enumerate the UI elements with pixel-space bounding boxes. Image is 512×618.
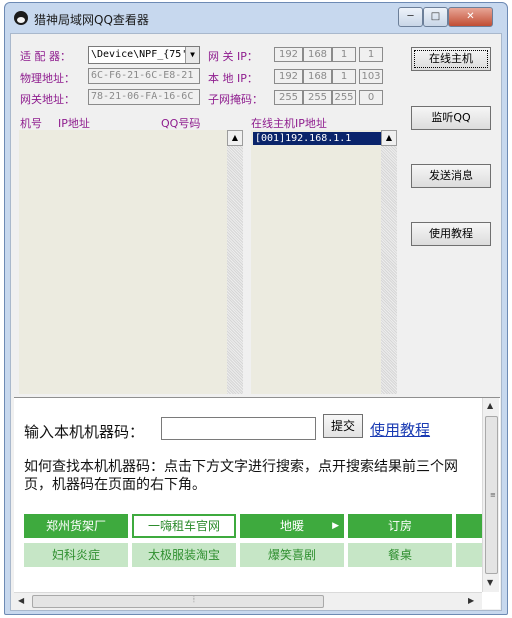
mac-field[interactable]: 6C-F6-21-6C-E8-21 [88, 68, 200, 84]
subnet-octet-1[interactable]: 255 [274, 90, 303, 105]
web-vertical-thumb[interactable]: ≡ [485, 416, 498, 574]
grip-icon: ⦙ [193, 595, 195, 604]
header-qq-number: QQ号码 [161, 117, 201, 130]
web-panel: 输入本机机器码： 提交 使用教程 如何查找本机机器码：点击下方文字进行搜索，点开… [14, 397, 500, 609]
scroll-left-icon[interactable]: ◀ [18, 596, 24, 605]
header-ip-address: IP地址 [58, 117, 90, 130]
listen-qq-button[interactable]: 监听QQ [411, 106, 491, 130]
main-panel: 适 配 器： \Device\NPF_{75' ▼ 网 关 IP： 192 16… [10, 33, 502, 611]
search-tile[interactable]: 地暖 ▶ [240, 514, 344, 538]
gateway-ip-octet-1[interactable]: 192 [274, 47, 303, 62]
search-tile-label: 地暖 [279, 519, 304, 533]
online-host-scrollbar[interactable]: ▲ [381, 130, 397, 394]
subnet-label: 子网掩码： [208, 93, 263, 106]
subnet-octet-3[interactable]: 255 [332, 90, 356, 105]
header-machine-no: 机号 [20, 117, 42, 130]
search-tile[interactable]: 订房 [348, 514, 452, 538]
search-tile[interactable]: 太极服装淘宝 [132, 543, 236, 567]
search-tile[interactable] [456, 514, 482, 538]
gateway-mac-label: 网关地址： [20, 93, 75, 106]
local-ip-label: 本 地 IP： [208, 72, 258, 85]
instructions-text: 如何查找本机机器码：点击下方文字进行搜索，点开搜索结果前三个网页，机器码在页面的… [24, 459, 458, 493]
window-title: 猎神局域网QQ查看器 [34, 13, 149, 27]
scroll-up-icon[interactable]: ▲ [381, 130, 397, 146]
app-window: 猎神局域网QQ查看器 ─ □ ✕ 适 配 器： \Device\NPF_{75'… [4, 2, 508, 615]
adapter-select[interactable]: \Device\NPF_{75' ▼ [88, 46, 200, 64]
gateway-ip-octet-4[interactable]: 1 [359, 47, 383, 62]
scroll-up-icon[interactable]: ▲ [487, 401, 493, 410]
web-vertical-scrollbar[interactable]: ▲ ≡ ▼ [482, 398, 499, 592]
minimize-button[interactable]: ─ [398, 7, 423, 27]
search-tile[interactable]: 郑州货架厂 [24, 514, 128, 538]
search-tile[interactable] [456, 543, 482, 567]
submit-button[interactable]: 提交 [323, 414, 363, 438]
scroll-down-icon[interactable]: ▼ [487, 578, 493, 587]
qq-list[interactable] [19, 130, 227, 394]
subnet-octet-2[interactable]: 255 [303, 90, 332, 105]
adapter-label: 适 配 器： [20, 50, 71, 63]
chevron-down-icon[interactable]: ▼ [185, 47, 199, 63]
close-button[interactable]: ✕ [448, 7, 493, 27]
gateway-mac-field[interactable]: 78-21-06-FA-16-6C [88, 89, 200, 105]
search-tile[interactable]: 爆笑喜剧 [240, 543, 344, 567]
search-tile[interactable]: 餐桌 [348, 543, 452, 567]
search-tile[interactable]: 一嗨租车官网 [132, 514, 236, 538]
scroll-right-icon[interactable]: ▶ [468, 596, 474, 605]
web-horizontal-thumb[interactable]: ⦙ [32, 595, 324, 608]
header-online-host-ip: 在线主机IP地址 [251, 117, 327, 130]
scroll-up-icon[interactable]: ▲ [227, 130, 243, 146]
mac-label: 物理地址： [20, 72, 75, 85]
send-message-button[interactable]: 发送消息 [411, 164, 491, 188]
search-tile[interactable]: 妇科炎症 [24, 543, 128, 567]
qq-list-scrollbar[interactable]: ▲ [227, 130, 243, 394]
gateway-ip-label: 网 关 IP： [208, 50, 258, 63]
local-ip-octet-4[interactable]: 103 [359, 69, 383, 84]
local-ip-octet-2[interactable]: 168 [303, 69, 332, 84]
web-horizontal-scrollbar[interactable]: ◀ ⦙ ▶ [14, 592, 482, 609]
gateway-ip-octet-3[interactable]: 1 [332, 47, 356, 62]
grip-icon: ≡ [490, 491, 496, 499]
play-icon: ▶ [332, 521, 339, 531]
local-ip-octet-3[interactable]: 1 [332, 69, 356, 84]
subnet-octet-4[interactable]: 0 [359, 90, 383, 105]
penguin-icon [14, 11, 28, 25]
maximize-button[interactable]: □ [423, 7, 448, 27]
tutorial-link[interactable]: 使用教程 [370, 419, 430, 440]
online-host-list[interactable] [251, 130, 381, 394]
machine-code-input[interactable] [161, 417, 316, 440]
local-ip-octet-1[interactable]: 192 [274, 69, 303, 84]
online-host-item[interactable]: [001]192.168.1.1 [253, 132, 381, 145]
online-hosts-button[interactable]: 在线主机 [411, 47, 491, 71]
gateway-ip-octet-2[interactable]: 168 [303, 47, 332, 62]
adapter-select-value: \Device\NPF_{75' [91, 49, 188, 60]
title-bar[interactable]: 猎神局域网QQ查看器 ─ □ ✕ [5, 3, 507, 33]
tutorial-button[interactable]: 使用教程 [411, 222, 491, 246]
machine-code-label: 输入本机机器码： [24, 423, 145, 441]
